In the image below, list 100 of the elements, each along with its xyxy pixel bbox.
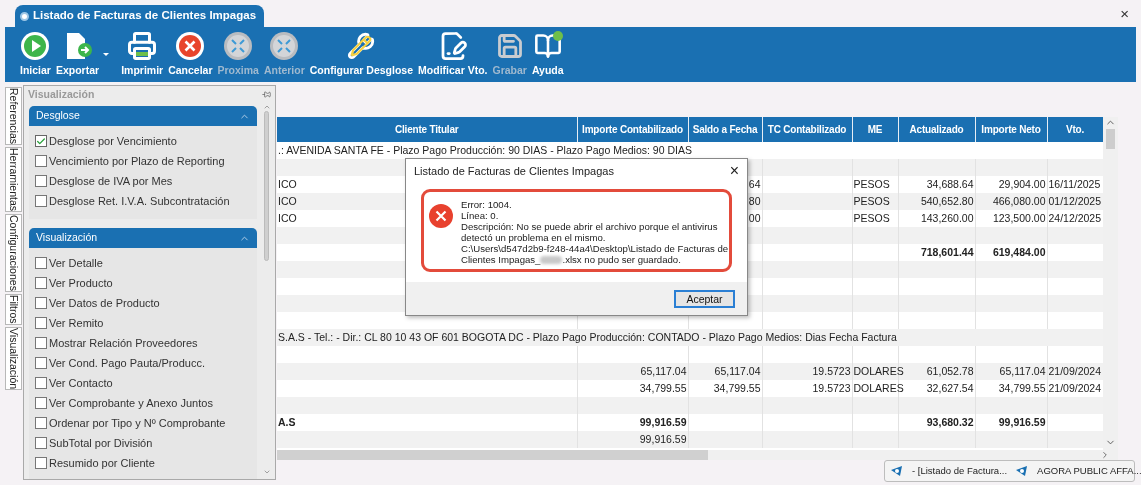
- table-cell: 99,916.59: [639, 416, 687, 429]
- option-label[interactable]: Desglose de IVA por Mes: [49, 172, 173, 190]
- panel-title: Visualización: [28, 86, 95, 102]
- message-line: detectó un problema en el mismo.: [461, 232, 607, 243]
- group-header-cell: .: AVENIDA SANTA FE - Plazo Pago Producción: 90 DIAS - Plazo Pago Medios: 90 DIAS: [277, 142, 1103, 159]
- table-cell: DOLARES: [853, 365, 904, 378]
- table-cell: DOLARES: [853, 382, 904, 395]
- table-cell: 99,916.59: [639, 433, 687, 446]
- table-cell: PESOS: [853, 178, 890, 191]
- scroll-right-icon[interactable]: [1100, 450, 1110, 460]
- toolbar-button[interactable]: Configurar Desglose: [308, 30, 415, 79]
- toolbar-button[interactable]: Imprimir: [120, 30, 165, 79]
- checkbox[interactable]: [35, 317, 47, 329]
- table-cell: 718,601.44: [920, 246, 974, 259]
- toolbar-button[interactable]: Iniciar: [19, 30, 52, 79]
- vertical-scrollbar[interactable]: [1103, 117, 1118, 450]
- error-icon: [429, 204, 453, 228]
- section-header[interactable]: Visualización: [29, 228, 257, 248]
- option-label[interactable]: Ver Cond. Pago Pauta/Producc.: [49, 354, 205, 372]
- close-button[interactable]: ×: [1120, 6, 1129, 21]
- checkbox[interactable]: [35, 377, 47, 389]
- checkbox[interactable]: [35, 337, 47, 349]
- pin-icon[interactable]: [262, 90, 271, 99]
- side-tab[interactable]: Visualización: [5, 326, 22, 390]
- section-header[interactable]: Desglose: [29, 106, 257, 126]
- message-line: Línea: 0.: [461, 210, 500, 221]
- toolbar-button[interactable]: Ayuda: [530, 30, 565, 79]
- table-cell: 34,799.55: [639, 382, 687, 395]
- option-label[interactable]: Ver Producto: [49, 274, 113, 292]
- checkbox[interactable]: [35, 277, 47, 289]
- taskbar-item[interactable]: AGORA PUBLIC AFFA...: [1015, 463, 1141, 479]
- table-cell: 123,500.00: [992, 212, 1046, 225]
- option-label[interactable]: Desglose Ret. I.V.A. Subcontratación: [49, 192, 230, 210]
- checkbox[interactable]: [35, 397, 47, 409]
- option-label[interactable]: Resumido por Cliente: [49, 454, 155, 472]
- table-cell: 540,652.80: [920, 195, 974, 208]
- cancel-icon: [175, 30, 206, 61]
- toolbar-button[interactable]: Cancelar: [167, 30, 214, 79]
- table-cell: ICO: [278, 195, 297, 208]
- table-cell: 29,904.00: [998, 178, 1046, 191]
- table-cell: 01/12/2025: [1048, 195, 1102, 208]
- checkbox[interactable]: [35, 257, 47, 269]
- side-tab[interactable]: Herramientas: [5, 147, 22, 213]
- printer-icon: [127, 30, 158, 61]
- side-tab[interactable]: Filtros: [5, 293, 22, 325]
- checkbox[interactable]: [35, 457, 47, 469]
- table-cell: 99,916.59: [998, 416, 1046, 429]
- option-label[interactable]: Vencimiento por Plazo de Reporting: [49, 152, 225, 170]
- table-cell: 93,680.32: [926, 416, 974, 429]
- toolbar-button[interactable]: Exportar: [54, 30, 101, 79]
- checkbox[interactable]: [35, 195, 47, 207]
- table-cell: 16/11/2025: [1048, 178, 1101, 191]
- message-line: Descripción: No se puede abrir el archivo porque el antivirus: [461, 221, 719, 232]
- table-cell: ICO: [278, 212, 297, 225]
- checkbox[interactable]: [35, 175, 47, 187]
- table-cell: ICO: [278, 178, 297, 191]
- window-tab[interactable]: Listado de Facturas de Clientes Impagas: [15, 5, 265, 27]
- app-logo-icon: [890, 465, 904, 477]
- close-button[interactable]: ×: [729, 163, 739, 179]
- option-label[interactable]: Ordenar por Tipo y Nº Comprobante: [49, 414, 226, 432]
- collapse-arrows-icon: [269, 30, 300, 61]
- option-label[interactable]: SubTotal por División: [49, 434, 153, 452]
- checkbox[interactable]: [35, 155, 47, 167]
- message-line: C:\Users\d547d2b9-f248-44a4\Desktop\Listado de Facturas de: [461, 243, 729, 254]
- checkbox[interactable]: [35, 297, 47, 309]
- checkbox[interactable]: [35, 135, 47, 147]
- table-cell: A.S: [278, 416, 296, 429]
- accept-button[interactable]: Aceptar: [674, 289, 735, 308]
- table-cell: 21/09/2024: [1048, 382, 1102, 395]
- checkbox[interactable]: [35, 417, 47, 429]
- checkbox[interactable]: [35, 357, 47, 369]
- table-cell: 19.5723: [812, 382, 851, 395]
- dropdown-caret-icon[interactable]: [103, 52, 110, 56]
- option-label[interactable]: Mostrar Relación Proveedores: [49, 334, 198, 352]
- table-cell: 21/09/2024: [1048, 365, 1102, 378]
- table-cell: 64: [748, 178, 761, 191]
- table-cell: 19.5723: [812, 365, 851, 378]
- table-cell: 65,117.04: [999, 365, 1046, 378]
- checkbox[interactable]: [35, 437, 47, 449]
- option-label[interactable]: Ver Datos de Producto: [49, 294, 160, 312]
- table-cell: 00: [748, 212, 761, 225]
- option-label[interactable]: Ver Detalle: [49, 254, 103, 272]
- side-tab[interactable]: Referencias: [5, 87, 22, 146]
- table-cell: 466,080.00: [992, 195, 1046, 208]
- table-cell: 143,260.00: [920, 212, 974, 225]
- table-cell: PESOS: [853, 195, 890, 208]
- app-logo-icon: [20, 11, 29, 21]
- side-tab[interactable]: Configuraciones: [5, 214, 22, 292]
- tools-icon: [346, 30, 377, 61]
- option-label[interactable]: Ver Contacto: [49, 374, 113, 392]
- expand-arrows-icon: [223, 30, 254, 61]
- table-cell: 619,484.00: [992, 246, 1046, 259]
- option-label[interactable]: Ver Remito: [49, 314, 104, 332]
- message-line: .xlsx no pudo ser guardado.: [562, 254, 681, 265]
- option-label[interactable]: Desglose por Vencimiento: [49, 132, 177, 150]
- taskbar-item[interactable]: - [Listado de Factura...: [890, 463, 1008, 479]
- message-line: Clientes Impagas_: [461, 254, 541, 265]
- toolbar-button[interactable]: Modificar Vto.: [417, 30, 489, 79]
- dialog-title: Listado de Facturas de Clientes Impagas: [414, 163, 614, 179]
- option-label[interactable]: Ver Comprobante y Anexo Juntos: [49, 394, 213, 412]
